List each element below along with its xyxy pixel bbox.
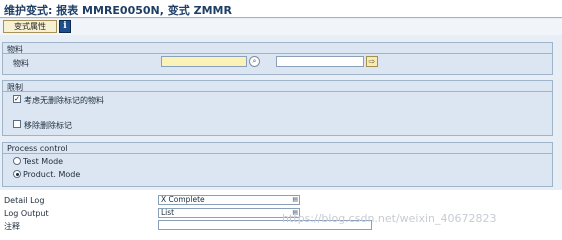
consider-undeleted-checkbox[interactable]: ✓ [13, 95, 21, 103]
detail-log-dropdown[interactable]: X Complete ▤ [158, 195, 300, 205]
remove-deletion-flag-label: 移除删除标记 [24, 121, 72, 130]
test-mode-label: Test Mode [23, 157, 64, 166]
watermark-text: https://blog.csdn.net/weixin_40672823 [282, 212, 497, 225]
group-divider [3, 91, 552, 92]
group-divider [3, 153, 552, 154]
multiple-selection-icon[interactable]: ⇨ [366, 56, 378, 67]
info-icon[interactable]: i [59, 20, 71, 33]
product-mode-label: Product. Mode [23, 170, 81, 179]
process-control-title: Process control [7, 144, 68, 153]
log-output-value: List [161, 208, 175, 217]
log-output-dropdown[interactable]: List ▤ [158, 208, 300, 218]
detail-log-label: Detail Log [4, 196, 45, 205]
material-group: 物料 物料 ⌕ ⇨ [2, 42, 553, 75]
log-output-label: Log Output [4, 209, 49, 218]
restriction-group: 限制 ✓ 考虑无删除标记的物料 移除删除标记 [2, 80, 553, 136]
comment-label: 注释 [4, 222, 20, 231]
product-mode-radio[interactable] [13, 170, 21, 178]
group-divider [3, 53, 552, 54]
test-mode-radio[interactable] [13, 157, 21, 165]
remove-deletion-flag-checkbox[interactable] [13, 120, 21, 128]
material-from-input[interactable] [161, 56, 247, 67]
material-to-input[interactable] [276, 56, 364, 67]
application-toolbar: 变式属性 i [0, 19, 562, 35]
material-field-label: 物料 [13, 59, 29, 68]
window-title: 维护变式: 报表 MMRE0050N, 变式 ZMMR [4, 4, 232, 17]
title-bar: 维护变式: 报表 MMRE0050N, 变式 ZMMR [0, 0, 562, 18]
process-control-group: Process control Test Mode Product. Mode [2, 142, 553, 187]
dropdown-icon[interactable]: ▤ [292, 196, 298, 204]
search-help-icon[interactable]: ⌕ [249, 56, 260, 67]
consider-undeleted-label: 考虑无删除标记的物料 [24, 96, 104, 105]
variant-attributes-button[interactable]: 变式属性 [3, 20, 57, 33]
detail-log-value: X Complete [161, 195, 205, 204]
